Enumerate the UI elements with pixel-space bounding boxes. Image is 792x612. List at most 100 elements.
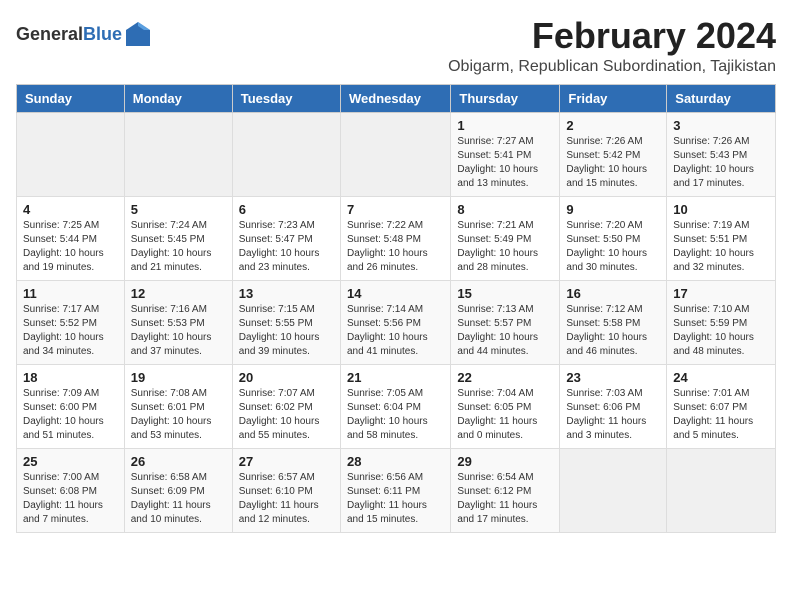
day-info: Sunrise: 7:22 AM Sunset: 5:48 PM Dayligh… [347, 219, 444, 275]
calendar-cell: 3 Sunrise: 7:26 AM Sunset: 5:43 PM Daylig… [667, 112, 776, 196]
calendar-cell: 8Sunrise: 7:21 AM Sunset: 5:49 PM Daylig… [451, 196, 560, 280]
title-section: February 2024 Obigarm, Republican Subord… [448, 16, 776, 76]
calendar-cell [17, 112, 125, 196]
day-info: Sunrise: 7:09 AM Sunset: 6:00 PM Dayligh… [23, 387, 118, 443]
day-info: Sunrise: 7:26 AM Sunset: 5:43 PM Dayligh… [673, 135, 769, 191]
day-number: 26 [131, 454, 226, 469]
day-number: 4 [23, 202, 118, 217]
day-number: 23 [566, 370, 660, 385]
day-number: 15 [457, 286, 553, 301]
day-number: 9 [566, 202, 660, 217]
calendar-cell: 23 Sunrise: 7:03 AM Sunset: 6:06 PM Dayli… [560, 364, 667, 448]
calendar-cell: 15 Sunrise: 7:13 AM Sunset: 5:57 PM Dayli… [451, 280, 560, 364]
day-info: Sunrise: 7:13 AM Sunset: 5:57 PM Dayligh… [457, 303, 553, 359]
calendar-cell [340, 112, 450, 196]
day-info: Sunrise: 7:10 AM Sunset: 5:59 PM Dayligh… [673, 303, 769, 359]
calendar-table: SundayMondayTuesdayWednesdayThursdayFrid… [16, 84, 776, 533]
day-number: 17 [673, 286, 769, 301]
day-number: 20 [239, 370, 334, 385]
day-info: Sunrise: 7:04 AM Sunset: 6:05 PM Dayligh… [457, 387, 553, 443]
calendar-cell: 18 Sunrise: 7:09 AM Sunset: 6:00 PM Dayli… [17, 364, 125, 448]
calendar-cell: 27 Sunrise: 6:57 AM Sunset: 6:10 PM Dayli… [232, 448, 340, 532]
week-row-1: 1Sunrise: 7:27 AM Sunset: 5:41 PM Daylig… [17, 112, 776, 196]
day-info: Sunrise: 7:19 AM Sunset: 5:51 PM Dayligh… [673, 219, 769, 275]
day-number: 24 [673, 370, 769, 385]
day-info: Sunrise: 7:05 AM Sunset: 6:04 PM Dayligh… [347, 387, 444, 443]
day-info: Sunrise: 7:25 AM Sunset: 5:44 PM Dayligh… [23, 219, 118, 275]
weekday-header-wednesday: Wednesday [340, 84, 450, 112]
calendar-cell: 22 Sunrise: 7:04 AM Sunset: 6:05 PM Dayli… [451, 364, 560, 448]
day-info: Sunrise: 7:07 AM Sunset: 6:02 PM Dayligh… [239, 387, 334, 443]
day-number: 11 [23, 286, 118, 301]
calendar-cell: 14 Sunrise: 7:14 AM Sunset: 5:56 PM Dayli… [340, 280, 450, 364]
day-info: Sunrise: 7:21 AM Sunset: 5:49 PM Dayligh… [457, 219, 553, 275]
weekday-header-friday: Friday [560, 84, 667, 112]
day-info: Sunrise: 7:00 AM Sunset: 6:08 PM Dayligh… [23, 471, 118, 527]
calendar-cell: 11 Sunrise: 7:17 AM Sunset: 5:52 PM Dayli… [17, 280, 125, 364]
day-info: Sunrise: 7:20 AM Sunset: 5:50 PM Dayligh… [566, 219, 660, 275]
day-info: Sunrise: 7:08 AM Sunset: 6:01 PM Dayligh… [131, 387, 226, 443]
day-number: 10 [673, 202, 769, 217]
day-info: Sunrise: 6:57 AM Sunset: 6:10 PM Dayligh… [239, 471, 334, 527]
logo-general: General [16, 24, 83, 44]
calendar-cell: 21 Sunrise: 7:05 AM Sunset: 6:04 PM Dayli… [340, 364, 450, 448]
day-info: Sunrise: 7:01 AM Sunset: 6:07 PM Dayligh… [673, 387, 769, 443]
day-info: Sunrise: 6:58 AM Sunset: 6:09 PM Dayligh… [131, 471, 226, 527]
day-number: 6 [239, 202, 334, 217]
calendar-cell: 7 Sunrise: 7:22 AM Sunset: 5:48 PM Daylig… [340, 196, 450, 280]
location-title: Obigarm, Republican Subordination, Tajik… [448, 58, 776, 76]
calendar-cell: 19 Sunrise: 7:08 AM Sunset: 6:01 PM Dayli… [124, 364, 232, 448]
calendar-cell: 1Sunrise: 7:27 AM Sunset: 5:41 PM Daylig… [451, 112, 560, 196]
calendar-cell [232, 112, 340, 196]
day-number: 3 [673, 118, 769, 133]
calendar-cell: 28 Sunrise: 6:56 AM Sunset: 6:11 PM Dayli… [340, 448, 450, 532]
day-info: Sunrise: 6:54 AM Sunset: 6:12 PM Dayligh… [457, 471, 553, 527]
calendar-cell: 29Sunrise: 6:54 AM Sunset: 6:12 PM Dayli… [451, 448, 560, 532]
day-info: Sunrise: 7:15 AM Sunset: 5:55 PM Dayligh… [239, 303, 334, 359]
day-number: 13 [239, 286, 334, 301]
week-row-5: 25 Sunrise: 7:00 AM Sunset: 6:08 PM Dayli… [17, 448, 776, 532]
day-info: Sunrise: 7:17 AM Sunset: 5:52 PM Dayligh… [23, 303, 118, 359]
day-number: 18 [23, 370, 118, 385]
day-number: 25 [23, 454, 118, 469]
day-number: 7 [347, 202, 444, 217]
logo: GeneralBlue [16, 20, 152, 48]
week-row-3: 11 Sunrise: 7:17 AM Sunset: 5:52 PM Dayli… [17, 280, 776, 364]
day-number: 14 [347, 286, 444, 301]
page-header: GeneralBlue February 2024 Obigarm, Repub… [16, 16, 776, 76]
day-number: 28 [347, 454, 444, 469]
day-number: 16 [566, 286, 660, 301]
day-number: 22 [457, 370, 553, 385]
calendar-cell: 9 Sunrise: 7:20 AM Sunset: 5:50 PM Daylig… [560, 196, 667, 280]
weekday-header-saturday: Saturday [667, 84, 776, 112]
day-number: 2 [566, 118, 660, 133]
calendar-cell: 12 Sunrise: 7:16 AM Sunset: 5:53 PM Dayli… [124, 280, 232, 364]
day-number: 27 [239, 454, 334, 469]
weekday-header-row: SundayMondayTuesdayWednesdayThursdayFrid… [17, 84, 776, 112]
day-info: Sunrise: 6:56 AM Sunset: 6:11 PM Dayligh… [347, 471, 444, 527]
calendar-cell: 2 Sunrise: 7:26 AM Sunset: 5:42 PM Daylig… [560, 112, 667, 196]
day-info: Sunrise: 7:27 AM Sunset: 5:41 PM Dayligh… [457, 135, 553, 191]
day-info: Sunrise: 7:03 AM Sunset: 6:06 PM Dayligh… [566, 387, 660, 443]
weekday-header-tuesday: Tuesday [232, 84, 340, 112]
day-number: 12 [131, 286, 226, 301]
logo-blue: Blue [83, 24, 122, 44]
calendar-cell: 13 Sunrise: 7:15 AM Sunset: 5:55 PM Dayli… [232, 280, 340, 364]
day-info: Sunrise: 7:16 AM Sunset: 5:53 PM Dayligh… [131, 303, 226, 359]
calendar-cell: 24 Sunrise: 7:01 AM Sunset: 6:07 PM Dayli… [667, 364, 776, 448]
day-info: Sunrise: 7:26 AM Sunset: 5:42 PM Dayligh… [566, 135, 660, 191]
day-number: 19 [131, 370, 226, 385]
week-row-2: 4 Sunrise: 7:25 AM Sunset: 5:44 PM Daylig… [17, 196, 776, 280]
logo-icon [124, 20, 152, 48]
day-info: Sunrise: 7:14 AM Sunset: 5:56 PM Dayligh… [347, 303, 444, 359]
day-number: 5 [131, 202, 226, 217]
calendar-cell: 17 Sunrise: 7:10 AM Sunset: 5:59 PM Dayli… [667, 280, 776, 364]
weekday-header-thursday: Thursday [451, 84, 560, 112]
calendar-cell: 20 Sunrise: 7:07 AM Sunset: 6:02 PM Dayli… [232, 364, 340, 448]
day-info: Sunrise: 7:12 AM Sunset: 5:58 PM Dayligh… [566, 303, 660, 359]
month-title: February 2024 [448, 16, 776, 56]
calendar-cell [560, 448, 667, 532]
day-number: 21 [347, 370, 444, 385]
calendar-cell: 16 Sunrise: 7:12 AM Sunset: 5:58 PM Dayli… [560, 280, 667, 364]
weekday-header-monday: Monday [124, 84, 232, 112]
